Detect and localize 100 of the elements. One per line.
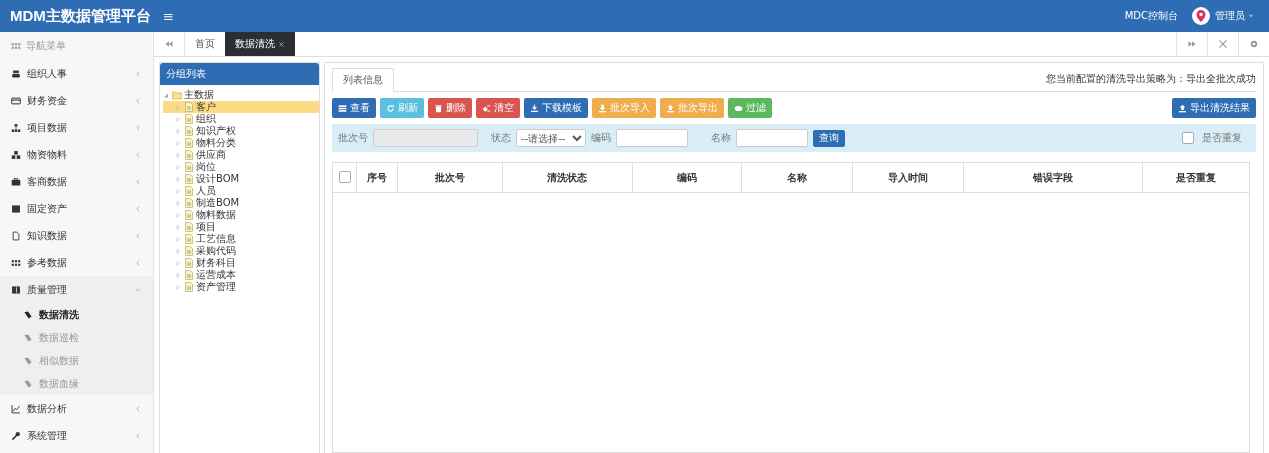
tree-node[interactable]: 财务科目 — [163, 257, 319, 269]
list-icon — [338, 103, 347, 113]
sidebar-item[interactable]: 系统管理 — [0, 422, 153, 449]
tree-node[interactable]: 项目 — [163, 221, 319, 233]
chevron-left-icon — [134, 177, 142, 186]
chevron-left-icon — [134, 96, 142, 105]
card-icon — [11, 95, 21, 106]
tree-node[interactable]: 物料数据 — [163, 209, 319, 221]
document-icon — [184, 186, 194, 196]
document-icon — [11, 230, 21, 241]
sidebar-item[interactable]: 参考数据 — [0, 249, 153, 276]
book-icon — [11, 284, 21, 295]
document-icon — [184, 210, 194, 220]
document-icon — [184, 234, 194, 244]
chevron-left-icon — [134, 258, 142, 267]
panel-title: 分组列表 — [160, 63, 319, 85]
menu-icon[interactable]: ≡ — [163, 8, 174, 24]
select-all-checkbox[interactable] — [338, 170, 351, 183]
name-field[interactable] — [736, 129, 808, 147]
document-icon — [184, 246, 194, 256]
sidebar-item[interactable]: 固定资产 — [0, 195, 153, 222]
leaf-icon — [23, 378, 33, 389]
sidebar-item[interactable]: 知识数据 — [0, 222, 153, 249]
page-tab[interactable]: 数据清洗 — [225, 32, 295, 56]
tree-node[interactable]: 运营成本 — [163, 269, 319, 281]
duplicate-checkbox[interactable] — [1182, 132, 1194, 144]
sitemap-icon — [11, 122, 21, 133]
document-icon — [184, 222, 194, 232]
tree-node[interactable]: 人员 — [163, 185, 319, 197]
console-link[interactable]: MDC控制台 — [1124, 9, 1178, 23]
expand-icon — [1218, 39, 1228, 49]
export-button[interactable]: 导出清洗结果 — [1172, 98, 1256, 118]
chevron-left-icon — [134, 404, 142, 413]
chevron-left-icon — [134, 231, 142, 240]
export-icon — [1178, 103, 1187, 113]
chart-icon — [11, 403, 21, 414]
sidebar-item[interactable]: 财务资金 — [0, 87, 153, 114]
settings-icon — [1249, 39, 1259, 49]
tree-node[interactable]: 物料分类 — [163, 137, 319, 149]
export-icon — [666, 103, 675, 113]
query-button[interactable]: 查询 — [813, 129, 845, 147]
sidebar-item[interactable]: 物资物料 — [0, 141, 153, 168]
tree-node[interactable]: 采购代码 — [163, 245, 319, 257]
list-tab[interactable]: 列表信息 — [332, 68, 394, 92]
tree-node[interactable]: 组织 — [163, 113, 319, 125]
tree-node[interactable]: 供应商 — [163, 149, 319, 161]
tree-node[interactable]: 客户 — [163, 101, 319, 113]
column-header: 是否重复 — [1142, 162, 1250, 193]
leaf-icon — [23, 309, 33, 320]
page-tab[interactable]: 首页 — [185, 32, 225, 56]
sidebar-heading: 导航菜单 — [26, 39, 66, 53]
sidebar-item[interactable]: 客商数据 — [0, 168, 153, 195]
toolbar-button[interactable]: 清空 — [476, 98, 520, 118]
sidebar-item[interactable]: 项目数据 — [0, 114, 153, 141]
toolbar-button[interactable]: 下载模板 — [524, 98, 588, 118]
chevron-left-icon — [134, 123, 142, 132]
avatar-icon[interactable] — [1192, 7, 1210, 25]
tree-node[interactable]: 主数据 — [163, 89, 319, 101]
column-header: 错误字段 — [963, 162, 1143, 193]
tree-node[interactable]: 资产管理 — [163, 281, 319, 293]
tree-node[interactable]: 设计BOM — [163, 173, 319, 185]
double-right-icon — [1187, 39, 1197, 49]
document-icon — [184, 282, 194, 292]
tree-node[interactable]: 工艺信息 — [163, 233, 319, 245]
toolbar-button[interactable]: 删除 — [428, 98, 472, 118]
tree-node[interactable]: 制造BOM — [163, 197, 319, 209]
document-icon — [184, 162, 194, 172]
download-icon — [530, 103, 539, 113]
leaf-icon — [23, 355, 33, 366]
double-left-icon — [164, 39, 174, 49]
field-label: 状态 — [491, 131, 511, 145]
document-icon — [184, 150, 194, 160]
tree-node[interactable]: 岗位 — [163, 161, 319, 173]
grid-icon — [11, 257, 21, 268]
checkbox-label: 是否重复 — [1202, 131, 1242, 145]
submenu-item[interactable]: 数据清洗 — [0, 303, 153, 326]
box-icon — [11, 203, 21, 214]
policy-text: 您当前配置的清洗导出策略为：导出全批次成功 — [1046, 72, 1256, 86]
column-header: 清洗状态 — [502, 162, 633, 193]
briefcase-icon — [11, 176, 21, 187]
column-header: 导入时间 — [852, 162, 963, 193]
sidebar-item[interactable]: 质量管理 — [0, 276, 153, 303]
code-field[interactable] — [616, 129, 688, 147]
close-icon[interactable] — [278, 40, 285, 48]
user-menu[interactable]: 管理员 — [1215, 9, 1255, 23]
eraser-icon — [482, 103, 491, 113]
tree-node[interactable]: 知识产权 — [163, 125, 319, 137]
toolbar-button[interactable]: 查看 — [332, 98, 376, 118]
leaf-icon — [23, 332, 33, 343]
sidebar-item[interactable]: 组织人事 — [0, 60, 153, 87]
upload-icon — [598, 103, 607, 113]
cubes-icon — [11, 149, 21, 160]
column-header: 批次号 — [397, 162, 503, 193]
users-icon — [11, 68, 21, 79]
eye-icon — [734, 103, 743, 113]
field-label: 编码 — [591, 131, 611, 145]
status-select[interactable]: --请选择-- — [516, 129, 586, 147]
column-header: 序号 — [356, 162, 398, 193]
sidebar-item[interactable]: 数据分析 — [0, 395, 153, 422]
column-header: 名称 — [741, 162, 853, 193]
